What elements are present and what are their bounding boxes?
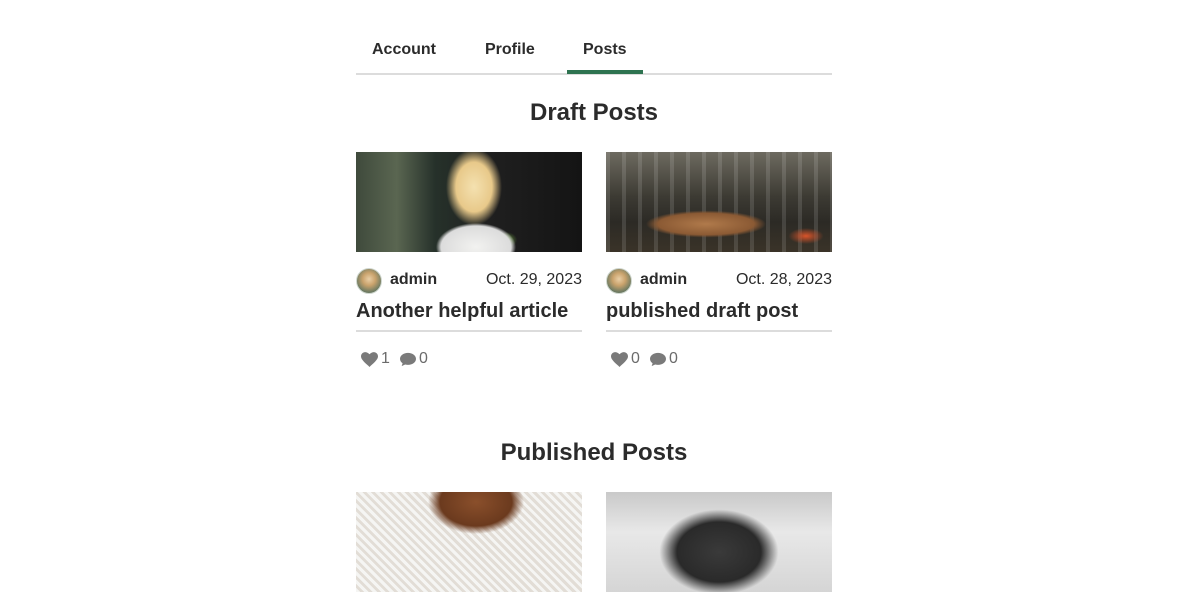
post-card — [606, 492, 832, 592]
post-author[interactable]: admin — [390, 271, 437, 289]
comment-button[interactable]: 0 — [400, 350, 428, 368]
tab-bar: Account Profile Posts — [356, 0, 832, 75]
post-date: Oct. 29, 2023 — [485, 271, 582, 288]
post-stats: 1 0 — [356, 350, 582, 380]
post-image[interactable] — [356, 152, 582, 252]
post-meta: admin Oct. 29, 2023 — [356, 267, 582, 295]
comment-button[interactable]: 0 — [650, 350, 678, 368]
post-title[interactable]: Another helpful article — [356, 298, 582, 330]
post-card: admin Oct. 28, 2023 published draft post… — [606, 152, 832, 380]
comment-count: 0 — [669, 350, 678, 367]
post-card: admin Oct. 29, 2023 Another helpful arti… — [356, 152, 582, 380]
tab-posts[interactable]: Posts — [583, 41, 627, 59]
comment-bubble-icon — [650, 352, 666, 366]
post-image[interactable] — [606, 492, 832, 592]
avatar[interactable] — [356, 268, 382, 294]
tab-profile[interactable]: Profile — [485, 41, 535, 59]
post-image[interactable] — [356, 492, 582, 592]
like-count: 0 — [631, 350, 640, 367]
draft-posts-heading: Draft Posts — [529, 99, 659, 126]
post-image[interactable] — [606, 152, 832, 252]
post-meta: admin Oct. 28, 2023 — [606, 267, 832, 295]
published-posts-heading: Published Posts — [500, 439, 688, 466]
tab-account[interactable]: Account — [372, 41, 436, 59]
heart-icon — [611, 351, 628, 367]
comment-count: 0 — [419, 350, 428, 367]
card-divider — [606, 330, 832, 332]
active-tab-indicator — [567, 70, 643, 74]
card-divider — [356, 330, 582, 332]
post-title[interactable]: published draft post — [606, 298, 832, 330]
post-date: Oct. 28, 2023 — [735, 271, 832, 288]
heart-icon — [361, 351, 378, 367]
post-author[interactable]: admin — [640, 271, 687, 289]
post-stats: 0 0 — [606, 350, 832, 380]
comment-bubble-icon — [400, 352, 416, 366]
like-button[interactable]: 0 — [611, 350, 640, 368]
like-button[interactable]: 1 — [361, 350, 390, 368]
like-count: 1 — [381, 350, 390, 367]
post-card — [356, 492, 582, 592]
page-content: Account Profile Posts Draft Posts admin … — [356, 0, 832, 592]
avatar[interactable] — [606, 268, 632, 294]
